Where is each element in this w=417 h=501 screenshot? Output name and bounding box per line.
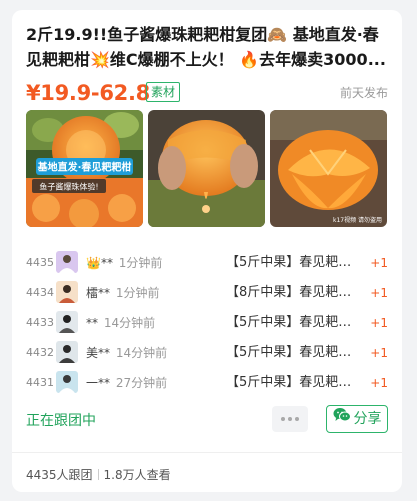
more-dot-icon bbox=[295, 417, 299, 421]
record-row[interactable]: 4431 一** 27分钟前 【5斤中果】春见耙耙柑 +1 bbox=[26, 368, 388, 398]
record-time: 1分钟前 bbox=[115, 286, 160, 300]
material-tag[interactable]: 素材 bbox=[146, 82, 181, 102]
product-image-1[interactable]: 基地直发·春见耙耙柑 鱼子酱爆珠体验! bbox=[26, 110, 143, 227]
product-image-2[interactable] bbox=[148, 110, 265, 227]
wechat-icon bbox=[333, 406, 351, 432]
record-user: 美** 14分钟前 bbox=[86, 344, 167, 362]
separator bbox=[97, 469, 99, 480]
record-time: 14分钟前 bbox=[103, 316, 156, 330]
image-gallery: 基地直发·春见耙耙柑 鱼子酱爆珠体验! k17视频 请勿盗用 bbox=[26, 110, 388, 227]
record-user: 檑** 1分钟前 bbox=[86, 284, 159, 302]
product-image-3[interactable]: k17视频 请勿盗用 bbox=[270, 110, 387, 227]
record-item: 【8斤中果】春见耙耙柑 bbox=[226, 285, 354, 300]
user-name: 美** bbox=[86, 346, 111, 360]
image-1-overlay-title: 基地直发·春见耙耙柑 bbox=[37, 161, 132, 174]
record-row[interactable]: 4435 👑** 1分钟前 【5斤中果】春见耙耙柑 +1 bbox=[26, 248, 388, 278]
record-row[interactable]: 4432 美** 14分钟前 【5斤中果】春见耙耙柑 +1 bbox=[26, 338, 388, 368]
avatar[interactable] bbox=[56, 311, 78, 333]
record-time: 27分钟前 bbox=[115, 376, 168, 390]
record-user: ** 14分钟前 bbox=[86, 314, 155, 332]
posted-time: 前天发布 bbox=[339, 86, 388, 100]
record-user: 👑** 1分钟前 bbox=[86, 254, 162, 272]
price-row: ¥19.9-62.8 素材 前天发布 bbox=[26, 78, 388, 108]
avatar[interactable] bbox=[56, 371, 78, 393]
record-id: 4431 bbox=[26, 376, 54, 389]
record-qty: +1 bbox=[370, 346, 388, 360]
stats-footer: 4435人跟团 1.8万人查看 bbox=[26, 466, 171, 484]
record-qty: +1 bbox=[370, 316, 388, 330]
group-buy-card[interactable]: 2斤19.9!!鱼子酱爆珠耙耙柑复团🙈 基地直发·春见耙耙柑💥维C爆棚不上火！ … bbox=[12, 10, 402, 492]
divider bbox=[12, 452, 402, 453]
record-qty: +1 bbox=[370, 256, 388, 270]
user-name: 一** bbox=[86, 376, 111, 390]
avatar[interactable] bbox=[56, 341, 78, 363]
avatar[interactable] bbox=[56, 281, 78, 303]
share-label: 分享 bbox=[353, 411, 382, 427]
more-dot-icon bbox=[281, 417, 285, 421]
record-user: 一** 27分钟前 bbox=[86, 374, 167, 392]
record-item: 【5斤中果】春见耙耙柑 bbox=[226, 255, 354, 270]
record-id: 4435 bbox=[26, 256, 54, 269]
record-id: 4434 bbox=[26, 286, 54, 299]
share-button[interactable]: 分享 bbox=[326, 405, 388, 433]
price-range: ¥19.9-62.8 bbox=[26, 81, 150, 105]
view-count: 1.8万人查看 bbox=[103, 468, 171, 482]
user-name: 檑** bbox=[86, 286, 111, 300]
record-id: 4433 bbox=[26, 316, 54, 329]
record-qty: +1 bbox=[370, 376, 388, 390]
more-dot-icon bbox=[288, 417, 292, 421]
record-item: 【5斤中果】春见耙耙柑 bbox=[226, 345, 354, 360]
avatar[interactable] bbox=[56, 251, 78, 273]
image-3-watermark: k17视频 请勿盗用 bbox=[333, 216, 382, 224]
record-item: 【5斤中果】春见耙耙柑 bbox=[226, 375, 354, 390]
user-name: 👑** bbox=[86, 256, 113, 270]
user-name: ** bbox=[86, 316, 98, 330]
record-row[interactable]: 4433 ** 14分钟前 【5斤中果】春见耙耙柑 +1 bbox=[26, 308, 388, 338]
record-id: 4432 bbox=[26, 346, 54, 359]
more-button[interactable] bbox=[272, 406, 308, 432]
record-qty: +1 bbox=[370, 286, 388, 300]
record-time: 1分钟前 bbox=[118, 256, 163, 270]
post-title[interactable]: 2斤19.9!!鱼子酱爆珠耙耙柑复团🙈 基地直发·春见耙耙柑💥维C爆棚不上火！ … bbox=[26, 22, 388, 72]
record-item: 【5斤中果】春见耙耙柑 bbox=[226, 315, 354, 330]
record-row[interactable]: 4434 檑** 1分钟前 【8斤中果】春见耙耙柑 +1 bbox=[26, 278, 388, 308]
follow-records: 4435 👑** 1分钟前 【5斤中果】春见耙耙柑 +1 4434 檑** 1分… bbox=[26, 248, 388, 398]
image-1-overlay-sub: 鱼子酱爆珠体验! bbox=[39, 182, 98, 192]
record-time: 14分钟前 bbox=[115, 346, 168, 360]
follower-count: 4435人跟团 bbox=[26, 468, 93, 482]
follow-status[interactable]: 正在跟团中 bbox=[26, 411, 96, 431]
